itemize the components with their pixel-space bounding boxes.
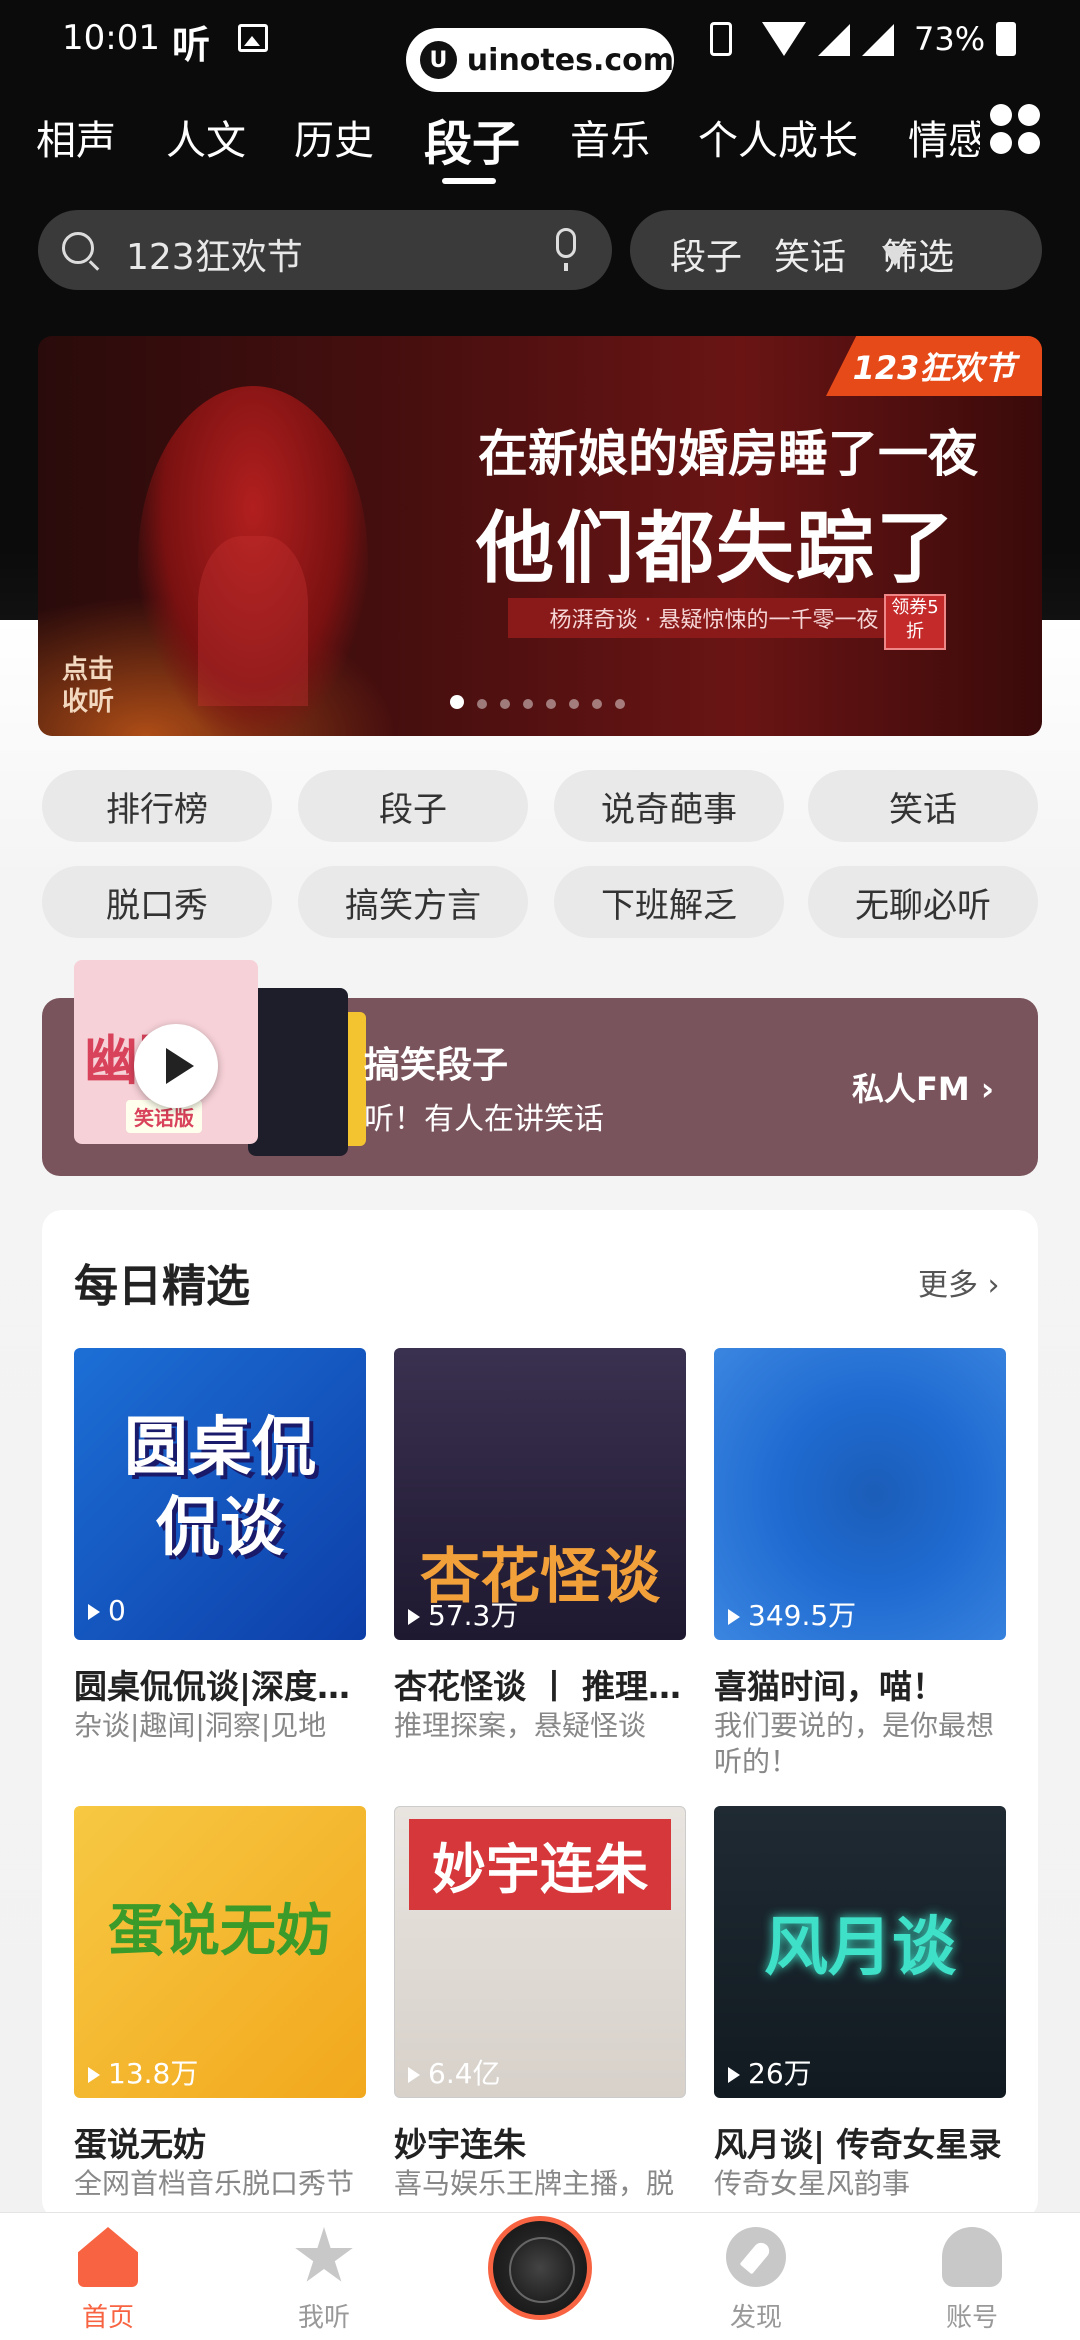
- filter-button[interactable]: 筛选: [882, 228, 954, 280]
- tag-ranking[interactable]: 排行榜: [42, 770, 272, 842]
- nav-account[interactable]: 账号: [912, 2213, 1032, 2340]
- album-title: 喜猫时间，喵！: [714, 1667, 945, 1706]
- category-tabs: 相声 人文 历史 段子 音乐 个人成长 情感: [0, 100, 980, 190]
- tag-jokes[interactable]: 段子: [298, 770, 528, 842]
- album-title: 风月谈| 传奇女星录: [714, 2125, 1002, 2164]
- quick-chip-funny[interactable]: 笑话: [774, 228, 846, 280]
- chevron-right-icon: ›: [987, 1268, 1000, 1303]
- nav-discover[interactable]: 发现: [696, 2213, 816, 2340]
- status-bar: 10:01 听 Uuinotes.com 73%: [0, 0, 1080, 92]
- album-description: 全网首档音乐脱口秀节: [74, 2167, 355, 2200]
- more-link[interactable]: 更多 ›: [918, 1260, 1000, 1304]
- play-count: 6.4亿: [408, 2052, 501, 2092]
- tag-standup[interactable]: 脱口秀: [42, 866, 272, 938]
- play-count: 349.5万: [728, 1594, 856, 1634]
- search-placeholder: 123狂欢节: [126, 237, 303, 278]
- promo-banner[interactable]: 123狂欢节 在新娘的婚房睡了一夜 他们都失踪了 杨湃奇谈 · 悬疑惊悚的一千零…: [38, 336, 1042, 736]
- nav-listen[interactable]: 我听: [264, 2213, 384, 2340]
- album-title: 杏花怪谈 丨 推理…: [394, 1667, 681, 1706]
- daily-picks-section: 每日精选 更多 › 圆桌侃侃谈 0 圆桌侃侃谈|深度… 杂谈|趣闻|洞察|见地 …: [42, 1210, 1038, 2220]
- home-icon: [78, 2227, 138, 2287]
- play-count: 26万: [728, 2052, 812, 2092]
- signal-icon-2: [862, 24, 894, 56]
- account-icon: [942, 2227, 1002, 2287]
- tab-history[interactable]: 历史: [294, 108, 374, 166]
- signal-icon: [818, 24, 850, 56]
- fm-subtitle: 听！有人在讲笑话: [364, 1102, 604, 1137]
- search-icon: [62, 232, 94, 264]
- album-cover-art: 蛋说无妨: [108, 1899, 332, 1964]
- star-icon: [295, 2227, 353, 2282]
- private-fm-card[interactable]: 幽默 笑话版 搞笑段子 听！有人在讲笑话 私人FM ›: [42, 960, 1038, 1176]
- quick-filter-bar: 段子 笑话 筛选: [630, 210, 1042, 290]
- carousel-dots: [450, 694, 638, 709]
- tag-weird-stories[interactable]: 说奇葩事: [554, 770, 784, 842]
- active-tab-indicator: [442, 178, 496, 184]
- album-description: 我们要说的，是你最想听的！: [714, 1709, 995, 1778]
- battery-percent: 73%: [914, 20, 986, 58]
- album-title: 妙宇连朱: [394, 2125, 526, 2164]
- album-description: 推理探案，悬疑怪谈: [394, 1709, 647, 1742]
- tab-personal-growth[interactable]: 个人成长: [698, 108, 858, 166]
- quick-chip-jokes[interactable]: 段子: [670, 228, 742, 280]
- play-count: 57.3万: [408, 1594, 518, 1634]
- wifi-icon: [762, 22, 806, 56]
- watermark-logo-icon: U: [420, 41, 457, 79]
- section-title: 每日精选: [74, 1261, 250, 1312]
- click-to-listen: 点击 收听: [62, 655, 115, 717]
- nav-discover-label: 发现: [729, 2303, 782, 2333]
- banner-headline-2: 他们都失踪了: [476, 504, 957, 594]
- album-cover-art: 风月谈: [764, 1911, 956, 1985]
- banner-subtitle: 杨湃奇谈 · 悬疑惊悚的一千零一夜: [508, 598, 920, 638]
- mic-icon[interactable]: [556, 228, 576, 271]
- now-playing-button[interactable]: [488, 2216, 592, 2320]
- festival-badge: 123狂欢节: [826, 336, 1042, 396]
- private-fm-link[interactable]: 私人FM ›: [852, 1064, 994, 1110]
- nav-home-label: 首页: [81, 2303, 134, 2333]
- banner-bride-image: [138, 386, 368, 736]
- tab-jokes[interactable]: 段子: [424, 104, 520, 174]
- tab-crosstalk[interactable]: 相声: [36, 108, 116, 166]
- listen-app-icon: 听: [172, 23, 211, 67]
- chevron-right-icon: ›: [980, 1070, 995, 1108]
- play-count: 0: [88, 1594, 126, 1627]
- nav-account-label: 账号: [945, 2303, 998, 2333]
- album-description: 喜马娱乐王牌主播，脱: [394, 2167, 675, 2200]
- coupon-badge: 领券5折: [884, 594, 946, 650]
- battery-icon: [996, 22, 1016, 56]
- status-time: 10:01: [62, 18, 160, 58]
- banner-headline-1: 在新娘的婚房睡了一夜: [478, 425, 978, 483]
- tab-humanities[interactable]: 人文: [166, 108, 246, 166]
- tag-dialect-comedy[interactable]: 搞笑方言: [298, 866, 528, 938]
- album-title: 蛋说无妨: [74, 2125, 206, 2164]
- compass-icon: [726, 2227, 786, 2287]
- album-cover-art: 圆桌侃侃谈: [124, 1411, 316, 1565]
- image-notification-icon: [238, 24, 268, 52]
- album-title: 圆桌侃侃谈|深度…: [74, 1667, 351, 1706]
- watermark-badge: Uuinotes.com: [406, 28, 674, 92]
- search-input[interactable]: 123狂欢节: [38, 210, 612, 290]
- fm-title: 搞笑段子: [364, 1045, 509, 1086]
- vibrate-icon: [710, 22, 732, 56]
- album-cover-art: 妙宇连朱: [409, 1819, 671, 1910]
- album-description: 传奇女星风韵事: [714, 2167, 911, 2200]
- play-count: 13.8万: [88, 2052, 198, 2092]
- filter-icon: [882, 246, 908, 266]
- tab-music[interactable]: 音乐: [570, 108, 650, 166]
- album-description: 杂谈|趣闻|洞察|见地: [74, 1709, 327, 1742]
- grid-icon[interactable]: [990, 104, 1044, 158]
- play-icon[interactable]: [134, 1024, 218, 1108]
- nav-home[interactable]: 首页: [48, 2213, 168, 2340]
- tag-after-work[interactable]: 下班解乏: [554, 866, 784, 938]
- fm-cover-stack-2: [248, 988, 348, 1156]
- tag-funny[interactable]: 笑话: [808, 770, 1038, 842]
- tag-must-listen[interactable]: 无聊必听: [808, 866, 1038, 938]
- nav-listen-label: 我听: [297, 2303, 350, 2333]
- watermark-text: uinotes.com: [466, 42, 674, 78]
- tab-emotion[interactable]: 情感: [908, 108, 980, 166]
